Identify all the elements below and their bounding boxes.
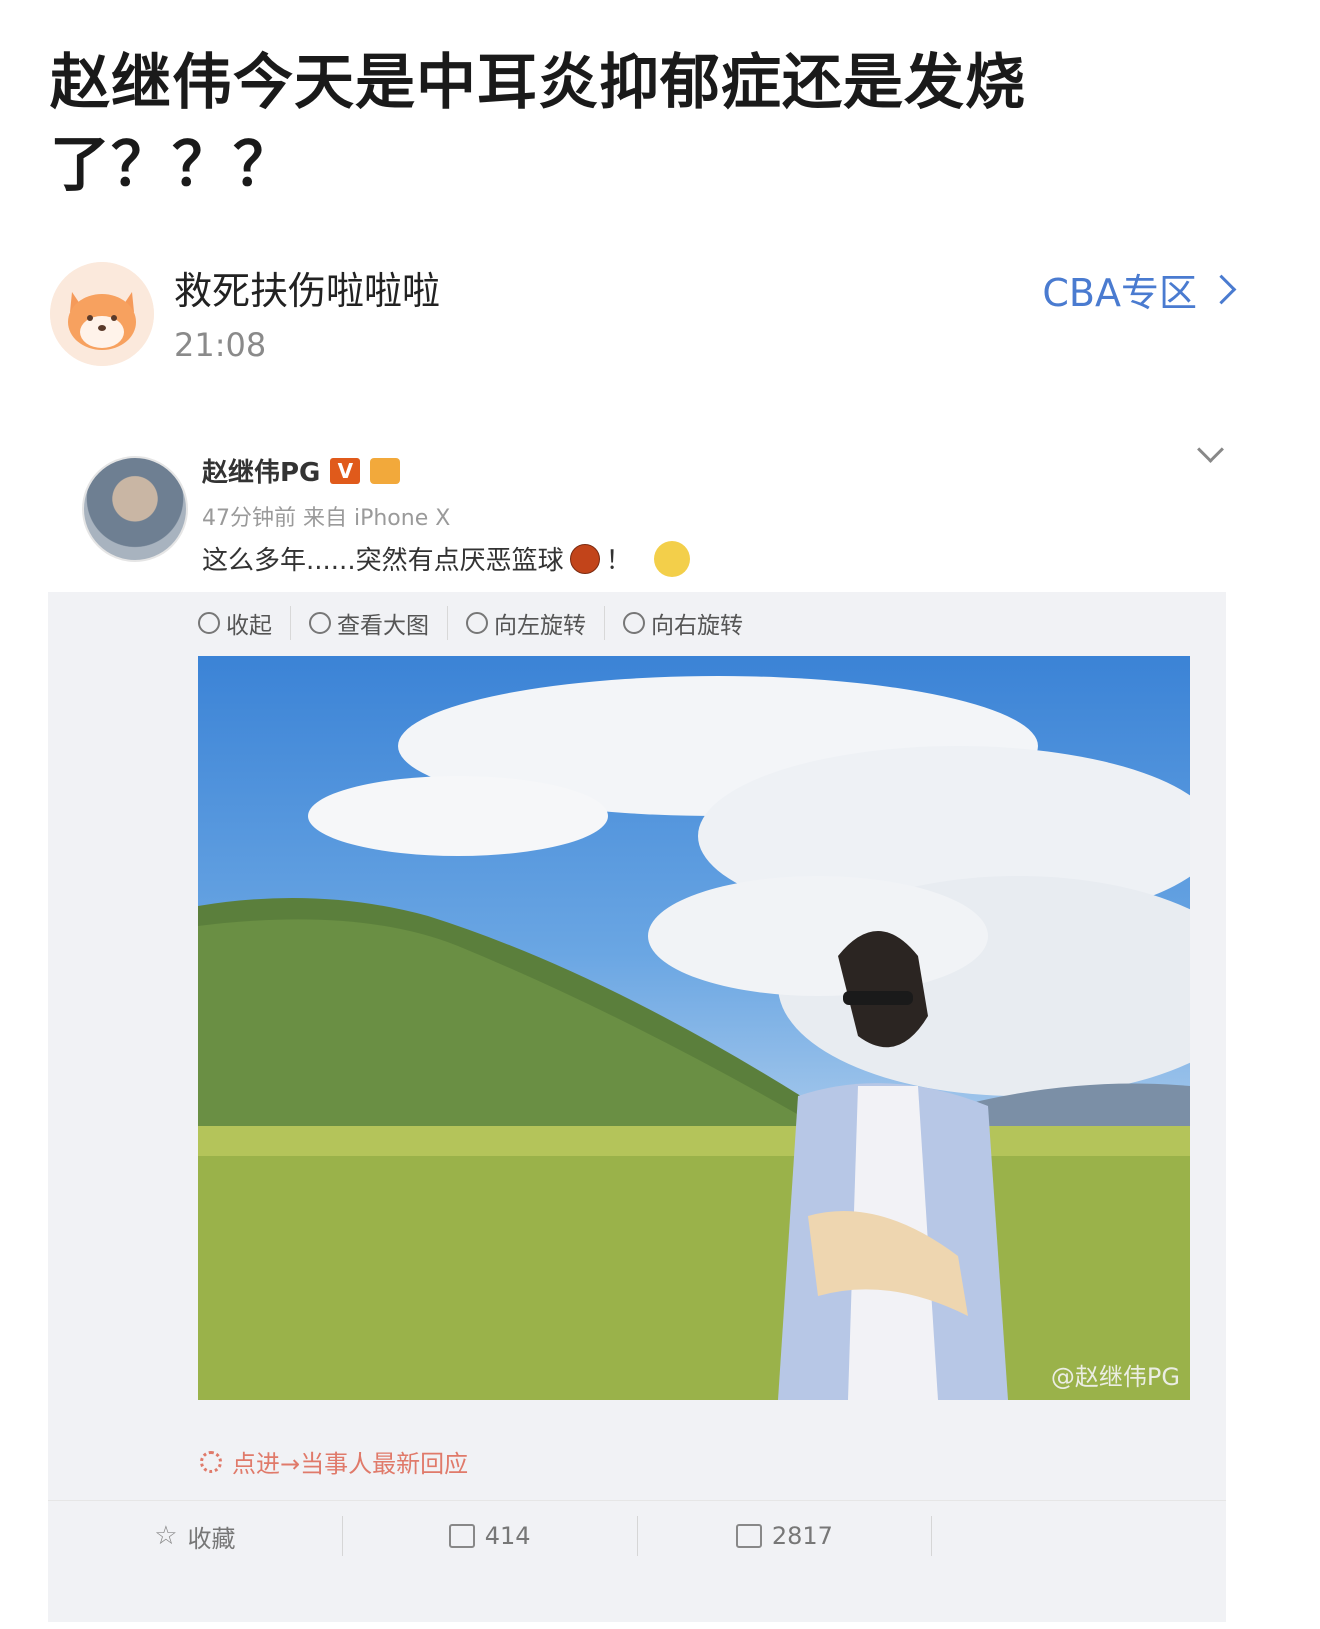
post-title: 赵继伟今天是中耳炎抑郁症还是发烧了？？？: [50, 48, 1026, 200]
promo-link: 点进→当事人最新回应: [200, 1444, 468, 1479]
topic-label: CBA专区: [1042, 271, 1197, 315]
repost-action: 414: [343, 1516, 638, 1556]
rotate-left-label: 向左旋转: [494, 613, 586, 639]
topic-link[interactable]: CBA专区: [1042, 262, 1237, 317]
comment-count: 2817: [771, 1522, 833, 1550]
view-large-label: 查看大图: [337, 613, 429, 639]
favorite-label: 收藏: [187, 1524, 236, 1553]
rotate-left-icon: [466, 612, 488, 634]
screenshot-action-bar: ☆ 收藏 414 2817: [48, 1500, 1226, 1571]
screenshot-post-text: 这么多年......突然有点厌恶篮球 ！: [202, 540, 690, 577]
sad-emoji-icon: [653, 540, 690, 577]
favorite-action: ☆ 收藏: [48, 1516, 343, 1556]
post-photo: @赵继伟PG: [198, 656, 1190, 1400]
embedded-screenshot: 赵继伟PG V 47分钟前 来自 iPhone X 这么多年......突然有点…: [48, 432, 1270, 1622]
promo-label: 点进→当事人最新回应: [232, 1450, 469, 1478]
comment-action: 2817: [638, 1516, 933, 1556]
search-icon: [309, 612, 331, 634]
screenshot-username: 赵继伟PG: [202, 458, 321, 488]
repost-icon: [448, 1524, 475, 1548]
screenshot-user-row: 赵继伟PG V: [202, 452, 401, 489]
rotate-right-button: 向右旋转: [605, 606, 761, 640]
rotate-right-icon: [623, 612, 645, 634]
media-box: 收起 查看大图 向左旋转 向右旋转 @赵继伟PG 点进→当事人最新回应 ☆ 收藏…: [48, 592, 1226, 1622]
author-avatar[interactable]: [50, 262, 154, 366]
image-toolbar: 收起 查看大图 向左旋转 向右旋转: [198, 606, 761, 640]
collapse-label: 收起: [226, 613, 272, 639]
author-name[interactable]: 救死扶伤啦啦啦: [174, 260, 440, 315]
landscape-photo: [198, 676, 1190, 1400]
screenshot-text-body: 这么多年......突然有点厌恶篮球: [202, 546, 564, 576]
rotate-right-label: 向右旋转: [651, 613, 743, 639]
verified-badge-icon: V: [330, 457, 361, 484]
star-icon: ☆: [154, 1521, 178, 1551]
repost-count: 414: [484, 1522, 531, 1550]
collapse-button: 收起: [198, 606, 291, 640]
screenshot-user-avatar: [82, 456, 188, 562]
rotate-left-button: 向左旋转: [448, 606, 605, 640]
screenshot-text-end: ！: [605, 546, 632, 576]
promo-icon: [200, 1450, 222, 1473]
chevron-down-icon: [1197, 436, 1224, 463]
post-time: 21:08: [174, 326, 267, 364]
vip-badge-icon: [370, 457, 401, 484]
view-large-button: 查看大图: [291, 606, 448, 640]
chevron-right-icon: [1206, 274, 1237, 305]
collapse-icon: [198, 612, 220, 634]
photo-watermark: @赵继伟PG: [1050, 1363, 1180, 1391]
basketball-icon: [569, 543, 600, 574]
like-action: [932, 1516, 1226, 1556]
fox-avatar-icon: [50, 262, 154, 366]
comment-icon: [735, 1524, 762, 1548]
screenshot-meta: 47分钟前 来自 iPhone X: [202, 506, 451, 531]
